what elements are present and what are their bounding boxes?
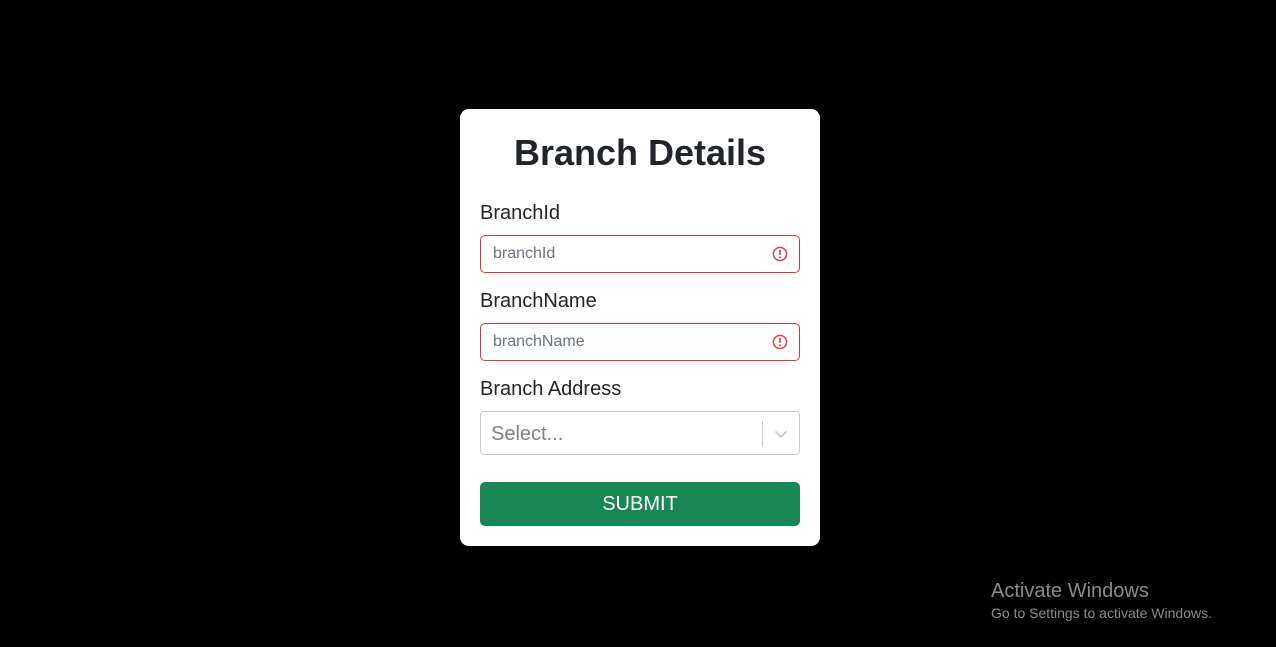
- branch-address-select[interactable]: Select...: [480, 411, 800, 455]
- submit-button[interactable]: SUBMIT: [480, 482, 800, 526]
- select-indicator-separator: [762, 421, 763, 447]
- branch-name-input[interactable]: [481, 324, 763, 360]
- exclamation-circle-icon: [772, 334, 788, 350]
- branch-id-input[interactable]: [481, 236, 763, 272]
- watermark-subtitle: Go to Settings to activate Windows.: [991, 605, 1212, 621]
- select-placeholder: Select...: [491, 423, 564, 445]
- page-title: Branch Details: [513, 132, 767, 173]
- activate-windows-watermark: Activate Windows Go to Settings to activ…: [991, 579, 1212, 623]
- watermark-title: Activate Windows: [991, 580, 1149, 602]
- branch-name-label: BranchName: [480, 290, 597, 312]
- branch-details-card: Branch Details BranchId BranchName Branc…: [460, 109, 820, 546]
- branch-id-label: BranchId: [480, 202, 561, 224]
- branch-address-label: Branch Address: [480, 378, 622, 400]
- exclamation-circle-icon: [772, 246, 788, 262]
- branch-name-field-wrapper: [480, 323, 800, 361]
- branch-id-field-wrapper: [480, 235, 800, 273]
- chevron-down-icon[interactable]: [773, 426, 789, 442]
